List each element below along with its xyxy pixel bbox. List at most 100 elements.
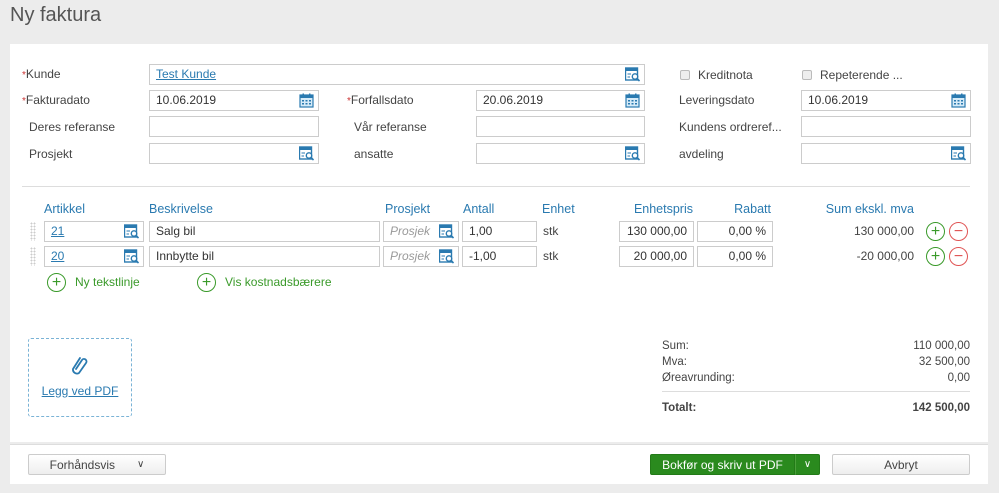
enhetspris-input[interactable]: 130 000,00 [619, 221, 694, 242]
ansatte-label: ansatte [354, 147, 394, 161]
deres-referanse-label: Deres referanse [29, 120, 116, 134]
drag-handle[interactable] [30, 222, 36, 241]
avdeling-label: avdeling [679, 147, 724, 161]
prosjekt-input[interactable] [149, 143, 319, 164]
leveringsdato-input[interactable]: 10.06.2019 [801, 90, 971, 111]
fakturadato-label: Fakturadato [22, 90, 90, 112]
total-label: Totalt: [662, 402, 697, 414]
header-rabatt: Rabatt [734, 202, 771, 216]
forfallsdato-value: 20.06.2019 [483, 93, 544, 107]
cancel-button[interactable]: Avbryt [832, 454, 970, 475]
remove-line-icon[interactable]: − [949, 247, 968, 266]
header-enhetspris: Enhetspris [633, 202, 693, 216]
repeterende-checkbox[interactable] [802, 70, 812, 80]
lookup-icon[interactable] [124, 224, 139, 239]
prosjekt-line-input[interactable]: Prosjek [383, 221, 459, 242]
enhet-value: stk [543, 249, 559, 263]
show-cost-carriers-link[interactable]: Vis kostnadsbærere [225, 272, 332, 292]
attach-pdf-dropzone[interactable]: Legg ved PDF [28, 338, 132, 417]
header-enhet: Enhet [542, 202, 575, 216]
lookup-icon[interactable] [951, 146, 966, 161]
mva-label: Mva: [662, 356, 687, 368]
beskrivelse-input[interactable]: Innbytte bil [149, 246, 380, 267]
kundens-ordreref-label: Kundens ordreref... [679, 120, 782, 134]
total-value: 142 500,00 [912, 402, 970, 414]
enhet-value: stk [543, 224, 559, 238]
enhetspris-value: 20 000,00 [633, 249, 687, 263]
rabatt-input[interactable]: 0,00 % [697, 246, 773, 267]
lookup-icon[interactable] [439, 249, 454, 264]
preview-button[interactable]: Forhåndsvis ∨ [28, 454, 166, 475]
sum-label: Sum: [662, 340, 689, 352]
beskrivelse-input[interactable]: Salg bil [149, 221, 380, 242]
lookup-icon[interactable] [124, 249, 139, 264]
prosjekt-placeholder: Prosjek [390, 224, 431, 238]
prosjekt-placeholder: Prosjek [390, 249, 431, 263]
add-line-icon[interactable]: + [926, 247, 945, 266]
lookup-icon[interactable] [439, 224, 454, 239]
antall-input[interactable]: -1,00 [462, 246, 537, 267]
sum-value: -20 000,00 [856, 249, 914, 263]
header-prosjekt: Prosjekt [385, 202, 431, 216]
page-title: Ny faktura [10, 4, 102, 26]
prosjekt-label: Prosjekt [29, 147, 73, 161]
kreditnota-checkbox[interactable] [680, 70, 690, 80]
avdeling-input[interactable] [801, 143, 971, 164]
kunde-input[interactable]: Test Kunde [149, 64, 645, 85]
artikkel-link[interactable]: 21 [51, 224, 64, 238]
chevron-down-icon: ∨ [137, 459, 145, 470]
add-line-icon[interactable]: + [926, 222, 945, 241]
kunde-link[interactable]: Test Kunde [156, 67, 216, 81]
deres-referanse-input[interactable] [149, 116, 319, 137]
lookup-icon[interactable] [299, 146, 314, 161]
beskrivelse-value: Salg bil [156, 224, 196, 238]
var-referanse-input[interactable] [476, 116, 645, 137]
artikkel-input[interactable]: 20 [44, 246, 144, 267]
calendar-icon[interactable] [951, 93, 966, 108]
antall-value: 1,00 [469, 224, 493, 238]
add-text-line-icon[interactable]: + [47, 273, 66, 292]
lookup-icon[interactable] [625, 146, 640, 161]
kundens-ordreref-input[interactable] [801, 116, 971, 137]
fakturadato-input[interactable]: 10.06.2019 [149, 90, 319, 111]
mva-value: 32 500,00 [918, 356, 970, 368]
post-label: Bokfør og skriv ut PDF [662, 457, 783, 472]
kreditnota-label: Kreditnota [698, 68, 753, 82]
sum-value: 110 000,00 [913, 340, 970, 352]
header-antall: Antall [463, 202, 495, 216]
antall-input[interactable]: 1,00 [462, 221, 537, 242]
var-referanse-label: Vår referanse [354, 120, 427, 134]
cancel-label: Avbryt [884, 457, 918, 472]
header-beskrivelse: Beskrivelse [149, 202, 213, 216]
prosjekt-line-input[interactable]: Prosjek [383, 246, 459, 267]
artikkel-link[interactable]: 20 [51, 249, 64, 263]
forfallsdato-input[interactable]: 20.06.2019 [476, 90, 645, 111]
attach-pdf-link[interactable]: Legg ved PDF [29, 384, 131, 398]
rabatt-value: 0,00 % [728, 224, 766, 238]
enhetspris-input[interactable]: 20 000,00 [619, 246, 694, 267]
fakturadato-value: 10.06.2019 [156, 93, 217, 107]
rounding-label: Øreavrunding: [662, 372, 735, 384]
rabatt-input[interactable]: 0,00 % [697, 221, 773, 242]
repeterende-label: Repeterende ... [820, 68, 903, 82]
chevron-down-icon: ∨ [803, 459, 812, 470]
rabatt-value: 0,00 % [728, 249, 766, 263]
drag-handle[interactable] [30, 247, 36, 266]
rounding-value: 0,00 [947, 372, 970, 384]
show-cost-carriers-icon[interactable]: + [197, 273, 216, 292]
divider [22, 186, 970, 187]
lookup-icon[interactable] [625, 67, 640, 82]
kunde-label: Kunde [22, 64, 61, 86]
calendar-icon[interactable] [625, 93, 640, 108]
post-and-print-button[interactable]: Bokfør og skriv ut PDF [650, 454, 795, 475]
preview-label: Forhåndsvis [49, 457, 116, 472]
leveringsdato-label: Leveringsdato [679, 93, 755, 107]
add-text-line-link[interactable]: Ny tekstlinje [75, 272, 140, 292]
ansatte-input[interactable] [476, 143, 645, 164]
forfallsdato-label: Forfallsdato [347, 90, 414, 112]
post-options-dropdown[interactable]: ∨ [795, 454, 820, 475]
remove-line-icon[interactable]: − [949, 222, 968, 241]
calendar-icon[interactable] [299, 93, 314, 108]
totals-divider [662, 391, 970, 392]
artikkel-input[interactable]: 21 [44, 221, 144, 242]
